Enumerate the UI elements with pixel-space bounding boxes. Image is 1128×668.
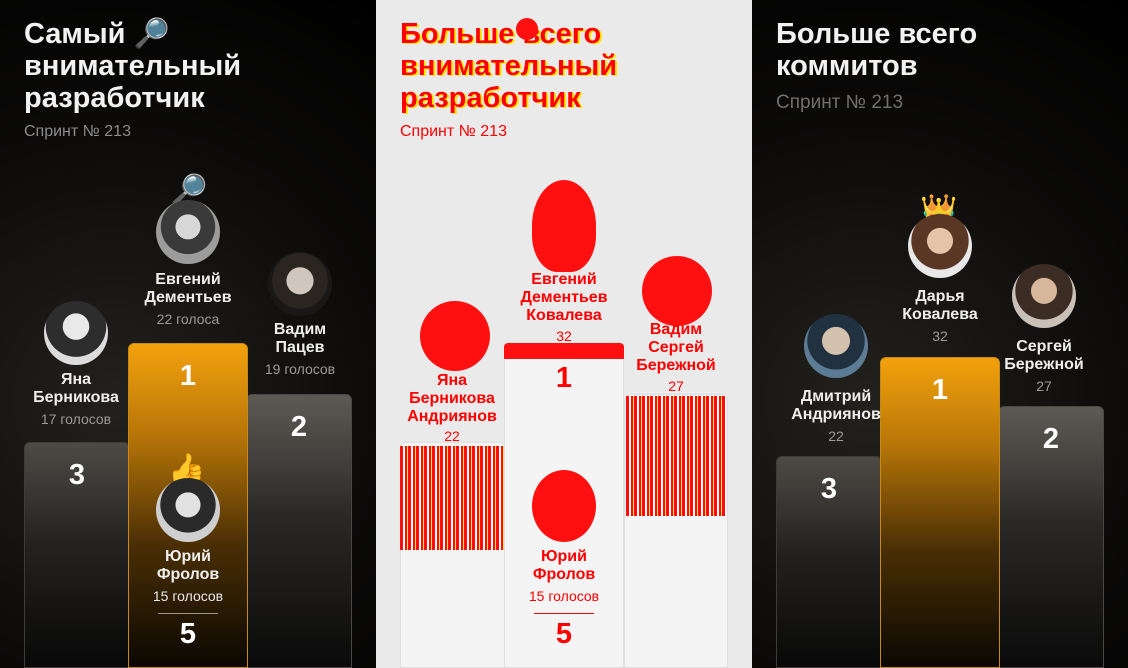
podium-second: 2 bbox=[246, 394, 352, 668]
sprint-label: Спринт № 213 bbox=[400, 123, 507, 140]
diff-region bbox=[626, 396, 726, 516]
participant-name: Сергей Бережной bbox=[974, 338, 1114, 374]
participant-name: Дмитрий Андриянов bbox=[766, 388, 906, 424]
podium-second: 2 bbox=[998, 406, 1104, 668]
votes-count: 15 голосов bbox=[528, 588, 600, 604]
first-name: Яна bbox=[436, 372, 468, 389]
first-name: Сергей bbox=[1016, 338, 1072, 355]
rank-label: 5 bbox=[179, 618, 197, 650]
panel-most-commits: Больше всего коммитов Спринт № 213 3 2 1… bbox=[752, 0, 1128, 668]
magnifier-icon bbox=[516, 18, 538, 40]
panel-title: Самый 🔎 внимательный разработчик bbox=[24, 18, 364, 114]
last-name: Дементьев bbox=[520, 289, 608, 306]
last-name: Сергей bbox=[648, 339, 704, 356]
panel-diff-view: Больше всего внимательный разработчик Сп… bbox=[376, 0, 752, 668]
participant-name: Юрий Фролов bbox=[494, 548, 634, 584]
magnifier-icon: 🔎 bbox=[133, 18, 170, 50]
panel-title: Больше всего коммитов bbox=[776, 18, 1116, 82]
avatar[interactable] bbox=[642, 256, 712, 326]
diff-region bbox=[400, 446, 504, 550]
divider bbox=[534, 613, 594, 614]
last-name: Андриянов bbox=[791, 406, 881, 423]
avatar[interactable] bbox=[156, 478, 220, 542]
avatar[interactable] bbox=[532, 180, 596, 272]
first-name: Вадим bbox=[649, 321, 703, 338]
podium-third: 3 bbox=[776, 456, 882, 668]
rank-label: 3 bbox=[820, 473, 838, 505]
sprint-label: Спринт № 213 bbox=[776, 92, 904, 113]
first-name: Юрий bbox=[541, 548, 587, 565]
title-line-2: внимательный bbox=[400, 50, 618, 82]
participant-name: Дарья Ковалева bbox=[870, 288, 1010, 324]
score-value: 27 bbox=[668, 378, 684, 394]
rank-label: 5 bbox=[555, 618, 573, 650]
participant-name: Яна Берникова Андриянов bbox=[382, 372, 522, 426]
avatar[interactable] bbox=[804, 314, 868, 378]
last-name: Бережной bbox=[1004, 356, 1084, 373]
participant-name: Вадим Сергей Бережной bbox=[606, 321, 746, 375]
overlay-name: Бережной bbox=[636, 357, 716, 374]
participant-name: Вадим Пацев bbox=[230, 321, 370, 357]
first-name: Дмитрий bbox=[800, 388, 872, 405]
score-value: 27 bbox=[1036, 378, 1052, 394]
title-line-2: коммитов bbox=[776, 50, 918, 82]
score-value: 22 bbox=[444, 428, 460, 444]
avatar[interactable] bbox=[44, 301, 108, 365]
overlay-name: Андриянов bbox=[407, 408, 497, 425]
avatar[interactable] bbox=[1012, 264, 1076, 328]
participant-name: Евгений Дементьев Ковалева bbox=[494, 271, 634, 325]
rank-label: 3 bbox=[68, 459, 86, 491]
title-line-1: Больше всего bbox=[776, 18, 978, 50]
participant-name: Яна Берникова bbox=[6, 371, 146, 407]
avatar[interactable] bbox=[532, 470, 596, 542]
last-name: Дементьев bbox=[144, 289, 232, 306]
divider bbox=[158, 613, 218, 614]
votes-count: 15 голосов bbox=[152, 588, 224, 604]
panel-title: Больше всего внимательный разработчик bbox=[400, 18, 740, 114]
first-name: Яна bbox=[60, 371, 92, 388]
votes-count: 19 голосов bbox=[264, 361, 336, 377]
overlay-name: Ковалева bbox=[526, 307, 602, 324]
votes-count: 17 голосов bbox=[40, 411, 112, 427]
rank-label: 2 bbox=[1042, 423, 1060, 455]
title-line-3: разработчик bbox=[400, 82, 581, 114]
avatar[interactable] bbox=[420, 301, 490, 371]
avatar[interactable] bbox=[156, 200, 220, 264]
first-name: Евгений bbox=[531, 271, 597, 288]
participant-name: Юрий Фролов bbox=[118, 548, 258, 584]
title-line-1: Больше всего bbox=[400, 18, 602, 50]
last-name: Фролов bbox=[156, 566, 220, 583]
last-name: Ковалева bbox=[902, 306, 978, 323]
panel-attentive-developer: Самый 🔎 внимательный разработчик Спринт … bbox=[0, 0, 376, 668]
last-name: Фролов bbox=[532, 566, 596, 583]
first-name: Юрий bbox=[165, 548, 211, 565]
podium-third: 3 bbox=[24, 442, 130, 668]
title-line-1: Самый bbox=[24, 18, 126, 50]
title-line-3: разработчик bbox=[24, 82, 205, 114]
first-name: Евгений bbox=[155, 271, 221, 288]
avatar[interactable] bbox=[268, 252, 332, 316]
first-name: Вадим bbox=[273, 321, 327, 338]
rank-label: 2 bbox=[290, 411, 308, 443]
last-name: Берникова bbox=[33, 389, 119, 406]
title-line-2: внимательный bbox=[24, 50, 242, 82]
last-name: Берникова bbox=[409, 390, 495, 407]
last-name: Пацев bbox=[275, 339, 325, 356]
avatar[interactable] bbox=[908, 214, 972, 278]
first-name: Дарья bbox=[915, 288, 965, 305]
sprint-label: Спринт № 213 bbox=[24, 123, 131, 140]
participant-name: Евгений Дементьев bbox=[118, 271, 258, 307]
score-value: 22 bbox=[828, 428, 844, 444]
